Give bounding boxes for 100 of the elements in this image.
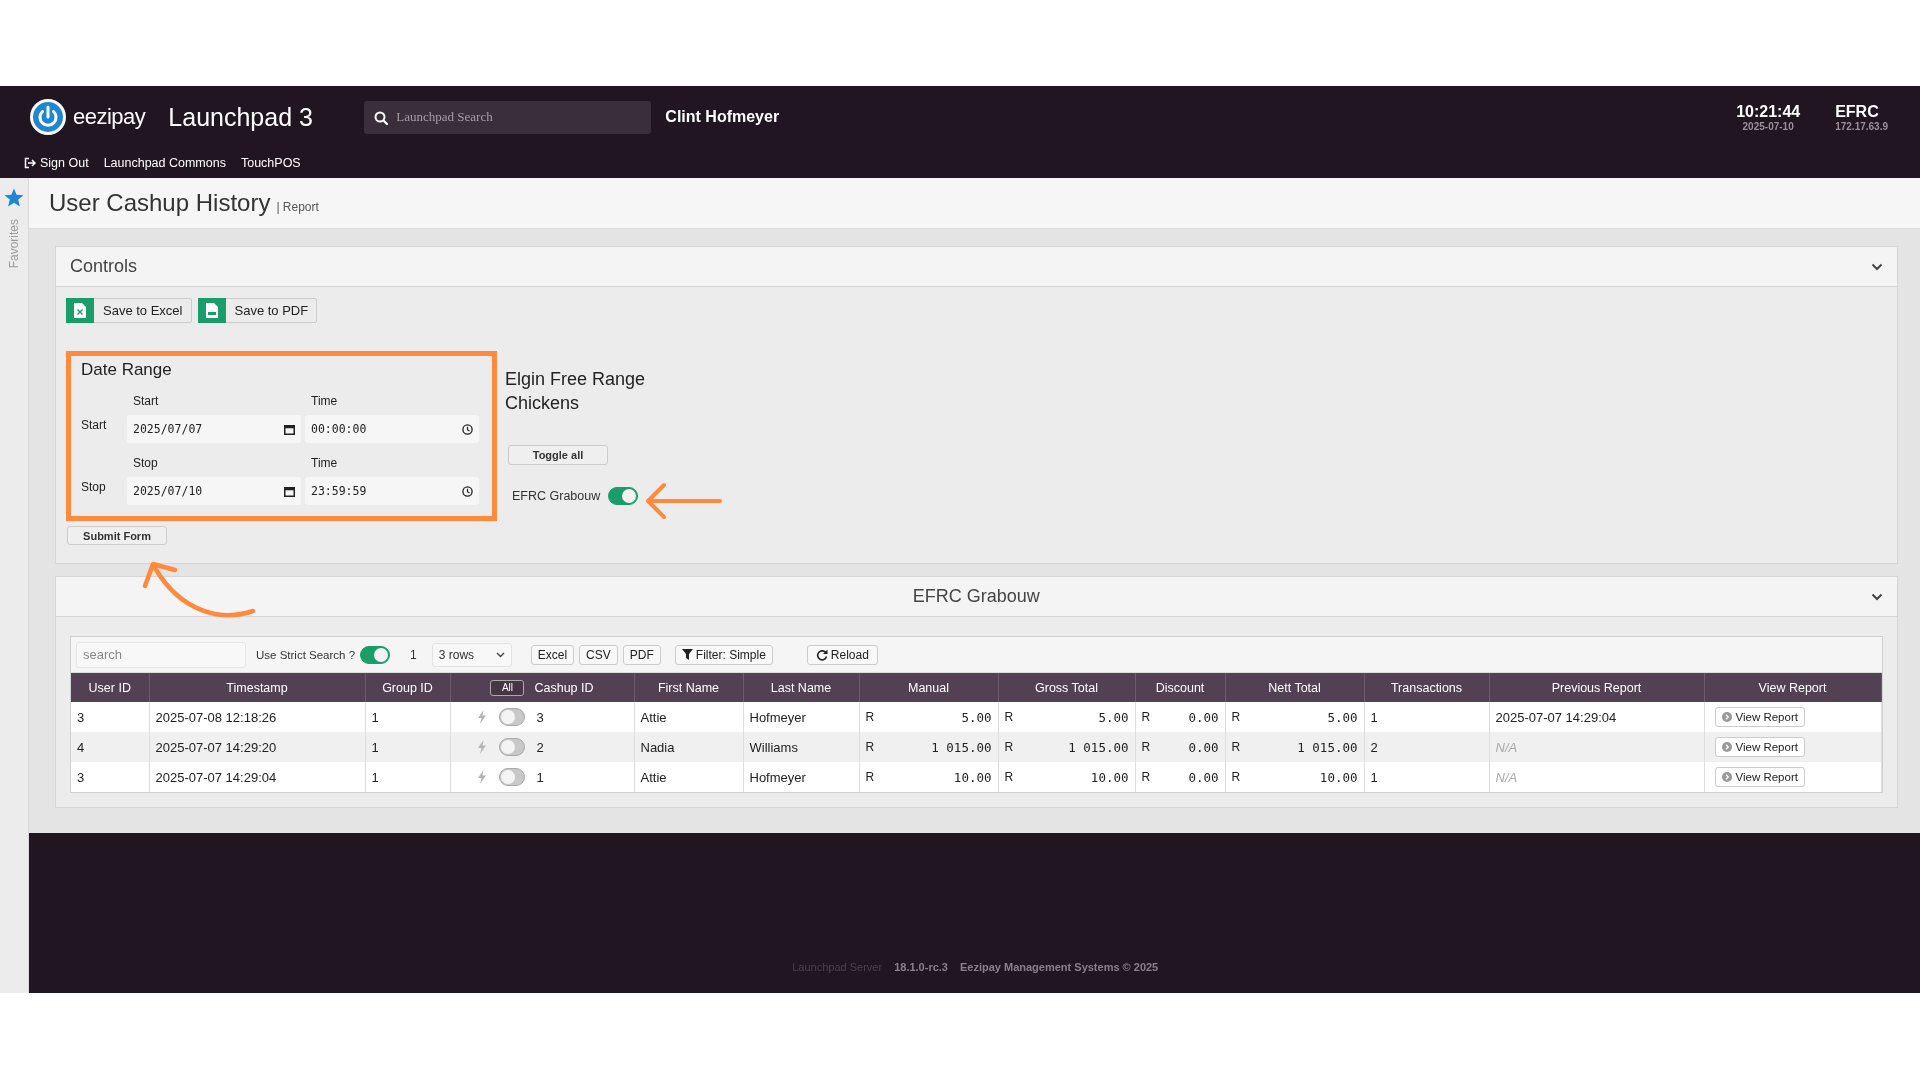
clock-date: 2025-07-10: [1742, 120, 1794, 132]
column-header: User ID: [71, 673, 149, 702]
row-label: Start: [81, 416, 108, 432]
export-button[interactable]: PDF: [622, 644, 661, 665]
lightning-icon: [476, 740, 487, 754]
column-header: Cashup ID: [534, 680, 594, 695]
column-header: Nett Total: [1225, 673, 1364, 702]
field-label: Time: [310, 456, 339, 470]
version-text: 18.1.0-rc.3: [894, 961, 948, 973]
column-header: First Name: [634, 673, 743, 702]
rows-dropdown[interactable]: 3 rows: [431, 642, 512, 667]
select-all-button[interactable]: All: [490, 679, 525, 696]
clock-icon: [462, 423, 473, 435]
brand-name: eezipay: [73, 104, 146, 130]
cashup-id: 2: [536, 739, 544, 755]
lightning-icon: [476, 770, 487, 784]
group-title: Elgin Free Range Chickens: [505, 368, 647, 415]
table-cell: 2025-07-07 14:29:20: [149, 732, 365, 762]
view-report-button[interactable]: View Report: [1714, 767, 1805, 787]
date-field[interactable]: 2025/07/10: [127, 477, 301, 505]
toggle-switch[interactable]: [608, 487, 639, 505]
ip-address: 172.17.63.9: [1835, 120, 1888, 132]
amount-cell: R 0.00: [1135, 732, 1225, 762]
page-title: User Cashup History: [49, 189, 271, 217]
filter-icon: [681, 649, 693, 660]
branch-label: EFRC Grabouw: [512, 489, 601, 503]
strict-search-label: Use Strict Search ?: [256, 648, 356, 661]
amount-cell: R 10.00: [998, 762, 1135, 792]
chevron-down-icon[interactable]: [1870, 591, 1883, 603]
amount-cell: R 1 015.00: [998, 732, 1135, 762]
submit-button[interactable]: Submit Form: [67, 526, 167, 545]
nav-link[interactable]: TouchPOS: [240, 156, 301, 170]
star-icon: [4, 188, 24, 207]
app-title: Launchpad 3: [168, 102, 314, 132]
view-report-button[interactable]: View Report: [1714, 707, 1805, 727]
reload-button[interactable]: Reload: [806, 644, 878, 665]
export-button[interactable]: Excel: [530, 644, 575, 665]
arrow-circle-icon: [1721, 742, 1732, 752]
toggle-switch[interactable]: [498, 708, 525, 726]
panel-title: EFRC Grabouw: [912, 586, 1040, 607]
save-pdf-button[interactable]: Save to PDF: [197, 298, 318, 323]
time-field[interactable]: 23:59:59: [305, 477, 479, 505]
arrow-circle-icon: [1721, 712, 1732, 722]
table-cell: N/A: [1489, 732, 1704, 762]
table-cell: N/A: [1489, 762, 1704, 792]
date-field[interactable]: 2025/07/07: [127, 415, 301, 443]
reload-icon: [815, 648, 828, 661]
search-field[interactable]: Launchpad Search: [364, 100, 652, 134]
column-header: Transactions: [1364, 673, 1489, 702]
amount-cell: R 0.00: [1135, 762, 1225, 792]
toggle-switch[interactable]: [498, 738, 525, 756]
sign-out-icon: [24, 157, 36, 169]
user-name: Clint Hofmeyer: [665, 108, 780, 126]
field-label: Time: [310, 394, 339, 408]
view-report-button[interactable]: View Report: [1714, 737, 1805, 757]
page-number: 1: [410, 647, 417, 662]
table-cell: 1: [365, 762, 450, 792]
amount-cell: R 1 015.00: [1225, 732, 1364, 762]
clock-icon: [462, 485, 473, 497]
clock-time: 10:21:44: [1736, 102, 1801, 121]
cashup-id: 3: [536, 709, 544, 725]
time-field[interactable]: 00:00:00: [305, 415, 479, 443]
field-label: Start: [132, 394, 160, 408]
spreadsheet-icon: [74, 303, 86, 318]
column-header: Discount: [1135, 673, 1225, 702]
document-icon: [205, 303, 218, 318]
caret-icon: [495, 651, 505, 658]
column-header: Manual: [859, 673, 998, 702]
sign-out-link[interactable]: Sign Out: [24, 156, 89, 170]
calendar-icon: [284, 485, 295, 497]
table-cell: Hofmeyer: [743, 762, 859, 792]
section-title: Date Range: [81, 360, 173, 380]
cashup-id: 1: [536, 769, 544, 785]
arrow-circle-icon: [1721, 772, 1732, 782]
site-code: EFRC: [1835, 102, 1879, 121]
save-excel-button[interactable]: Save to Excel: [66, 298, 192, 323]
column-header: Group ID: [365, 673, 450, 702]
panel-title: Controls: [70, 256, 138, 277]
table-cell: 2: [1364, 732, 1489, 762]
page-subtitle: | Report: [276, 200, 319, 214]
calendar-icon: [284, 423, 295, 435]
table-cell: Williams: [743, 732, 859, 762]
amount-cell: R 1 015.00: [859, 732, 998, 762]
table-cell: 2025-07-07 14:29:04: [149, 762, 365, 792]
column-header: View Report: [1704, 673, 1881, 702]
search-field[interactable]: search: [76, 641, 246, 668]
nav-link[interactable]: Launchpad Commons: [103, 156, 226, 170]
toggle-switch[interactable]: [360, 645, 391, 664]
toggle-switch[interactable]: [498, 768, 525, 786]
favorites-label: Favorites: [7, 219, 21, 269]
table-cell: 1: [1364, 762, 1489, 792]
export-button[interactable]: CSV: [579, 644, 618, 665]
column-header: Last Name: [743, 673, 859, 702]
filter-button[interactable]: Filter: Simple: [674, 644, 773, 665]
table-cell: 4: [71, 732, 149, 762]
table-cell: Attie: [634, 762, 743, 792]
table-cell: 1: [365, 732, 450, 762]
toggle-all-button[interactable]: Toggle all: [508, 445, 608, 465]
power-icon: [29, 98, 67, 136]
lightning-icon: [476, 710, 487, 724]
